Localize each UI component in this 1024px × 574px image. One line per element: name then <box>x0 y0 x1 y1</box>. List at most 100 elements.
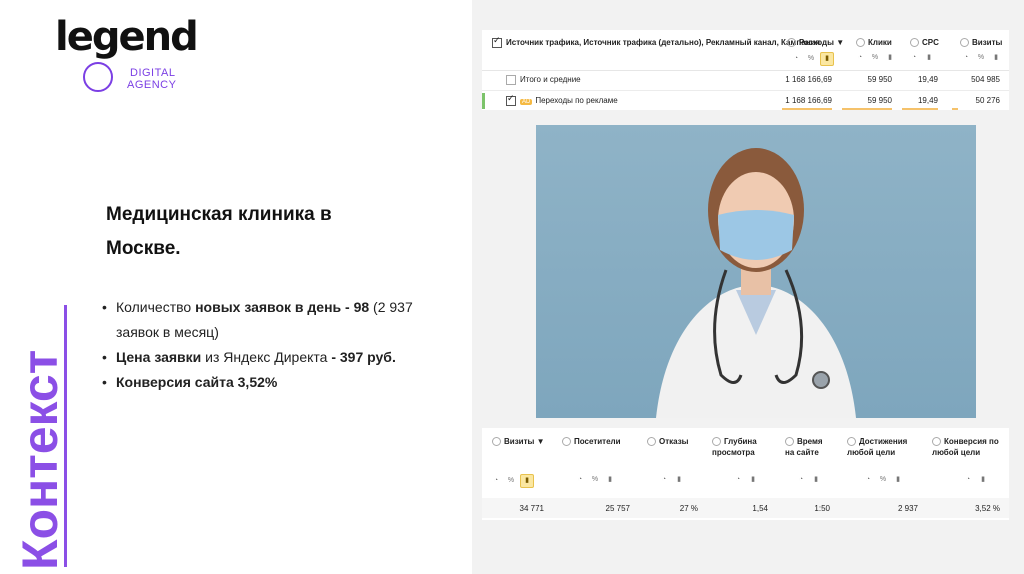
pie-icon[interactable]: ◔ <box>795 474 807 486</box>
view-icons: ◔% ▮ <box>960 52 1005 64</box>
pie-icon[interactable]: ◔ <box>490 475 502 487</box>
cell-value: 50 276 <box>975 96 1000 105</box>
header-col[interactable]: Расходы ▼ <box>787 38 844 48</box>
header-col[interactable]: Отказы <box>647 436 702 447</box>
header-col[interactable]: Глубина просмотра <box>712 436 762 458</box>
header-col[interactable]: Посетители <box>562 436 627 447</box>
row-label: ADПереходы по рекламе <box>506 93 618 106</box>
bars-icon[interactable]: ▮ <box>892 474 904 486</box>
table-row[interactable]: Итого и средние 1 168 166,69 59 950 19,4… <box>482 70 1009 90</box>
percent-icon[interactable]: % <box>505 475 517 487</box>
bars-icon[interactable]: ▮ <box>673 474 685 486</box>
table-header: Источник трафика, Источник трафика (дета… <box>482 30 1009 71</box>
info-icon <box>712 437 721 447</box>
pie-icon[interactable]: ◔ <box>960 52 972 64</box>
view-icons: ◔ ▮ <box>962 474 992 486</box>
cell-value: 19,49 <box>917 75 938 84</box>
bars-icon[interactable]: ▮ <box>604 474 616 486</box>
view-icons: ◔% ▮ <box>490 474 537 488</box>
percent-icon[interactable]: % <box>877 474 889 486</box>
pie-icon[interactable]: ◔ <box>732 474 744 486</box>
pie-icon[interactable]: ◔ <box>658 474 670 486</box>
view-icons: ◔ ▮ <box>908 52 938 64</box>
value-bar <box>952 108 958 110</box>
row-marker <box>482 93 485 109</box>
header-col[interactable]: Визиты <box>960 38 1002 48</box>
value-bar <box>842 108 892 110</box>
total-value: 1,54 <box>752 504 768 513</box>
pie-icon[interactable]: ◔ <box>908 52 920 64</box>
header-col[interactable]: Конверсия по любой цели <box>932 436 1002 458</box>
bars-icon[interactable]: ▮ <box>810 474 822 486</box>
percent-icon[interactable]: % <box>589 474 601 486</box>
view-icons: ◔% ▮ <box>574 474 619 486</box>
bars-icon[interactable]: ▮ <box>977 474 989 486</box>
pie-icon[interactable]: ◔ <box>862 474 874 486</box>
logo-g-icon <box>83 62 113 92</box>
cell-value: 19,49 <box>917 96 938 105</box>
logo-word: legend <box>55 14 199 60</box>
bars-icon[interactable]: ▮ <box>820 52 834 66</box>
total-value: 27 % <box>679 504 698 513</box>
bars-icon[interactable]: ▮ <box>884 52 896 64</box>
vertical-caption: Контекст <box>12 349 68 570</box>
total-value: 1:50 <box>814 504 830 513</box>
header-col[interactable]: Достижения любой цели <box>847 436 917 458</box>
doctor-photo <box>536 125 976 418</box>
header-col[interactable]: Визиты ▼ <box>492 436 557 447</box>
pie-icon[interactable]: ◔ <box>790 53 802 65</box>
cell-value: 504 985 <box>971 75 1000 84</box>
pie-icon[interactable]: ◔ <box>962 474 974 486</box>
bars-icon[interactable]: ▮ <box>923 52 935 64</box>
cell-value: 59 950 <box>867 75 892 84</box>
header-col[interactable]: Время на сайте <box>785 436 830 458</box>
doctor-illustration <box>656 148 856 418</box>
info-icon <box>492 437 501 447</box>
info-icon <box>910 38 919 48</box>
bullet-item: Конверсия сайта 3,52% <box>100 370 440 395</box>
bullet-list: Количество новых заявок в день - 98 (2 9… <box>100 295 440 395</box>
bars-icon[interactable]: ▮ <box>520 474 534 488</box>
page-title: Медицинская клиника в Москве. <box>106 204 332 259</box>
bullet-item: Количество новых заявок в день - 98 (2 9… <box>100 295 440 345</box>
row-label: Итого и средние <box>506 75 581 85</box>
info-icon <box>787 38 796 48</box>
percent-icon[interactable]: % <box>805 53 817 65</box>
view-icons: ◔ ▮ <box>732 474 762 486</box>
view-icons: ◔% ▮ <box>862 474 907 486</box>
info-icon <box>785 437 794 447</box>
slide-left: legend DIGITAL AGENCY Медицинская клиник… <box>0 0 472 574</box>
info-icon <box>932 437 941 447</box>
cell-value: 59 950 <box>867 96 892 105</box>
view-icons: ◔ ▮ <box>658 474 688 486</box>
info-icon <box>647 437 656 447</box>
total-value: 2 937 <box>897 504 918 513</box>
view-icons: ◔% ▮ <box>854 52 899 64</box>
view-icons: ◔% ▮ <box>790 52 837 66</box>
pie-icon[interactable]: ◔ <box>574 474 586 486</box>
bars-icon[interactable]: ▮ <box>990 52 1002 64</box>
ad-badge: AD <box>520 99 533 106</box>
totals-row: 34 771 25 757 27 % 1,54 1:50 2 937 3,52 … <box>482 498 1009 518</box>
row-checkbox[interactable] <box>506 75 516 85</box>
info-icon <box>856 38 865 48</box>
metrics-table: Визиты ▼ Посетители Отказы Глубина просм… <box>482 428 1009 520</box>
percent-icon[interactable]: % <box>869 52 881 64</box>
cell-value: 1 168 166,69 <box>785 75 832 84</box>
bars-icon[interactable]: ▮ <box>747 474 759 486</box>
info-icon <box>847 437 856 447</box>
traffic-table: Источник трафика, Источник трафика (дета… <box>482 30 1009 110</box>
table-row[interactable]: ADПереходы по рекламе 1 168 166,69 59 95… <box>482 90 1009 111</box>
header-col[interactable]: CPC <box>910 38 939 48</box>
pie-icon[interactable]: ◔ <box>854 52 866 64</box>
bullet-item: Цена заявки из Яндекс Директа - 397 руб. <box>100 345 440 370</box>
select-all-checkbox[interactable] <box>492 35 502 48</box>
percent-icon[interactable]: % <box>975 52 987 64</box>
header-col[interactable]: Клики <box>856 38 892 48</box>
row-checkbox[interactable] <box>506 93 516 106</box>
logo-subtitle-agency: AGENCY <box>127 79 177 91</box>
total-value: 34 771 <box>519 504 544 513</box>
logo-subtitle-digital: DIGITAL <box>130 67 176 79</box>
total-value: 25 757 <box>605 504 630 513</box>
value-bar <box>902 108 938 110</box>
